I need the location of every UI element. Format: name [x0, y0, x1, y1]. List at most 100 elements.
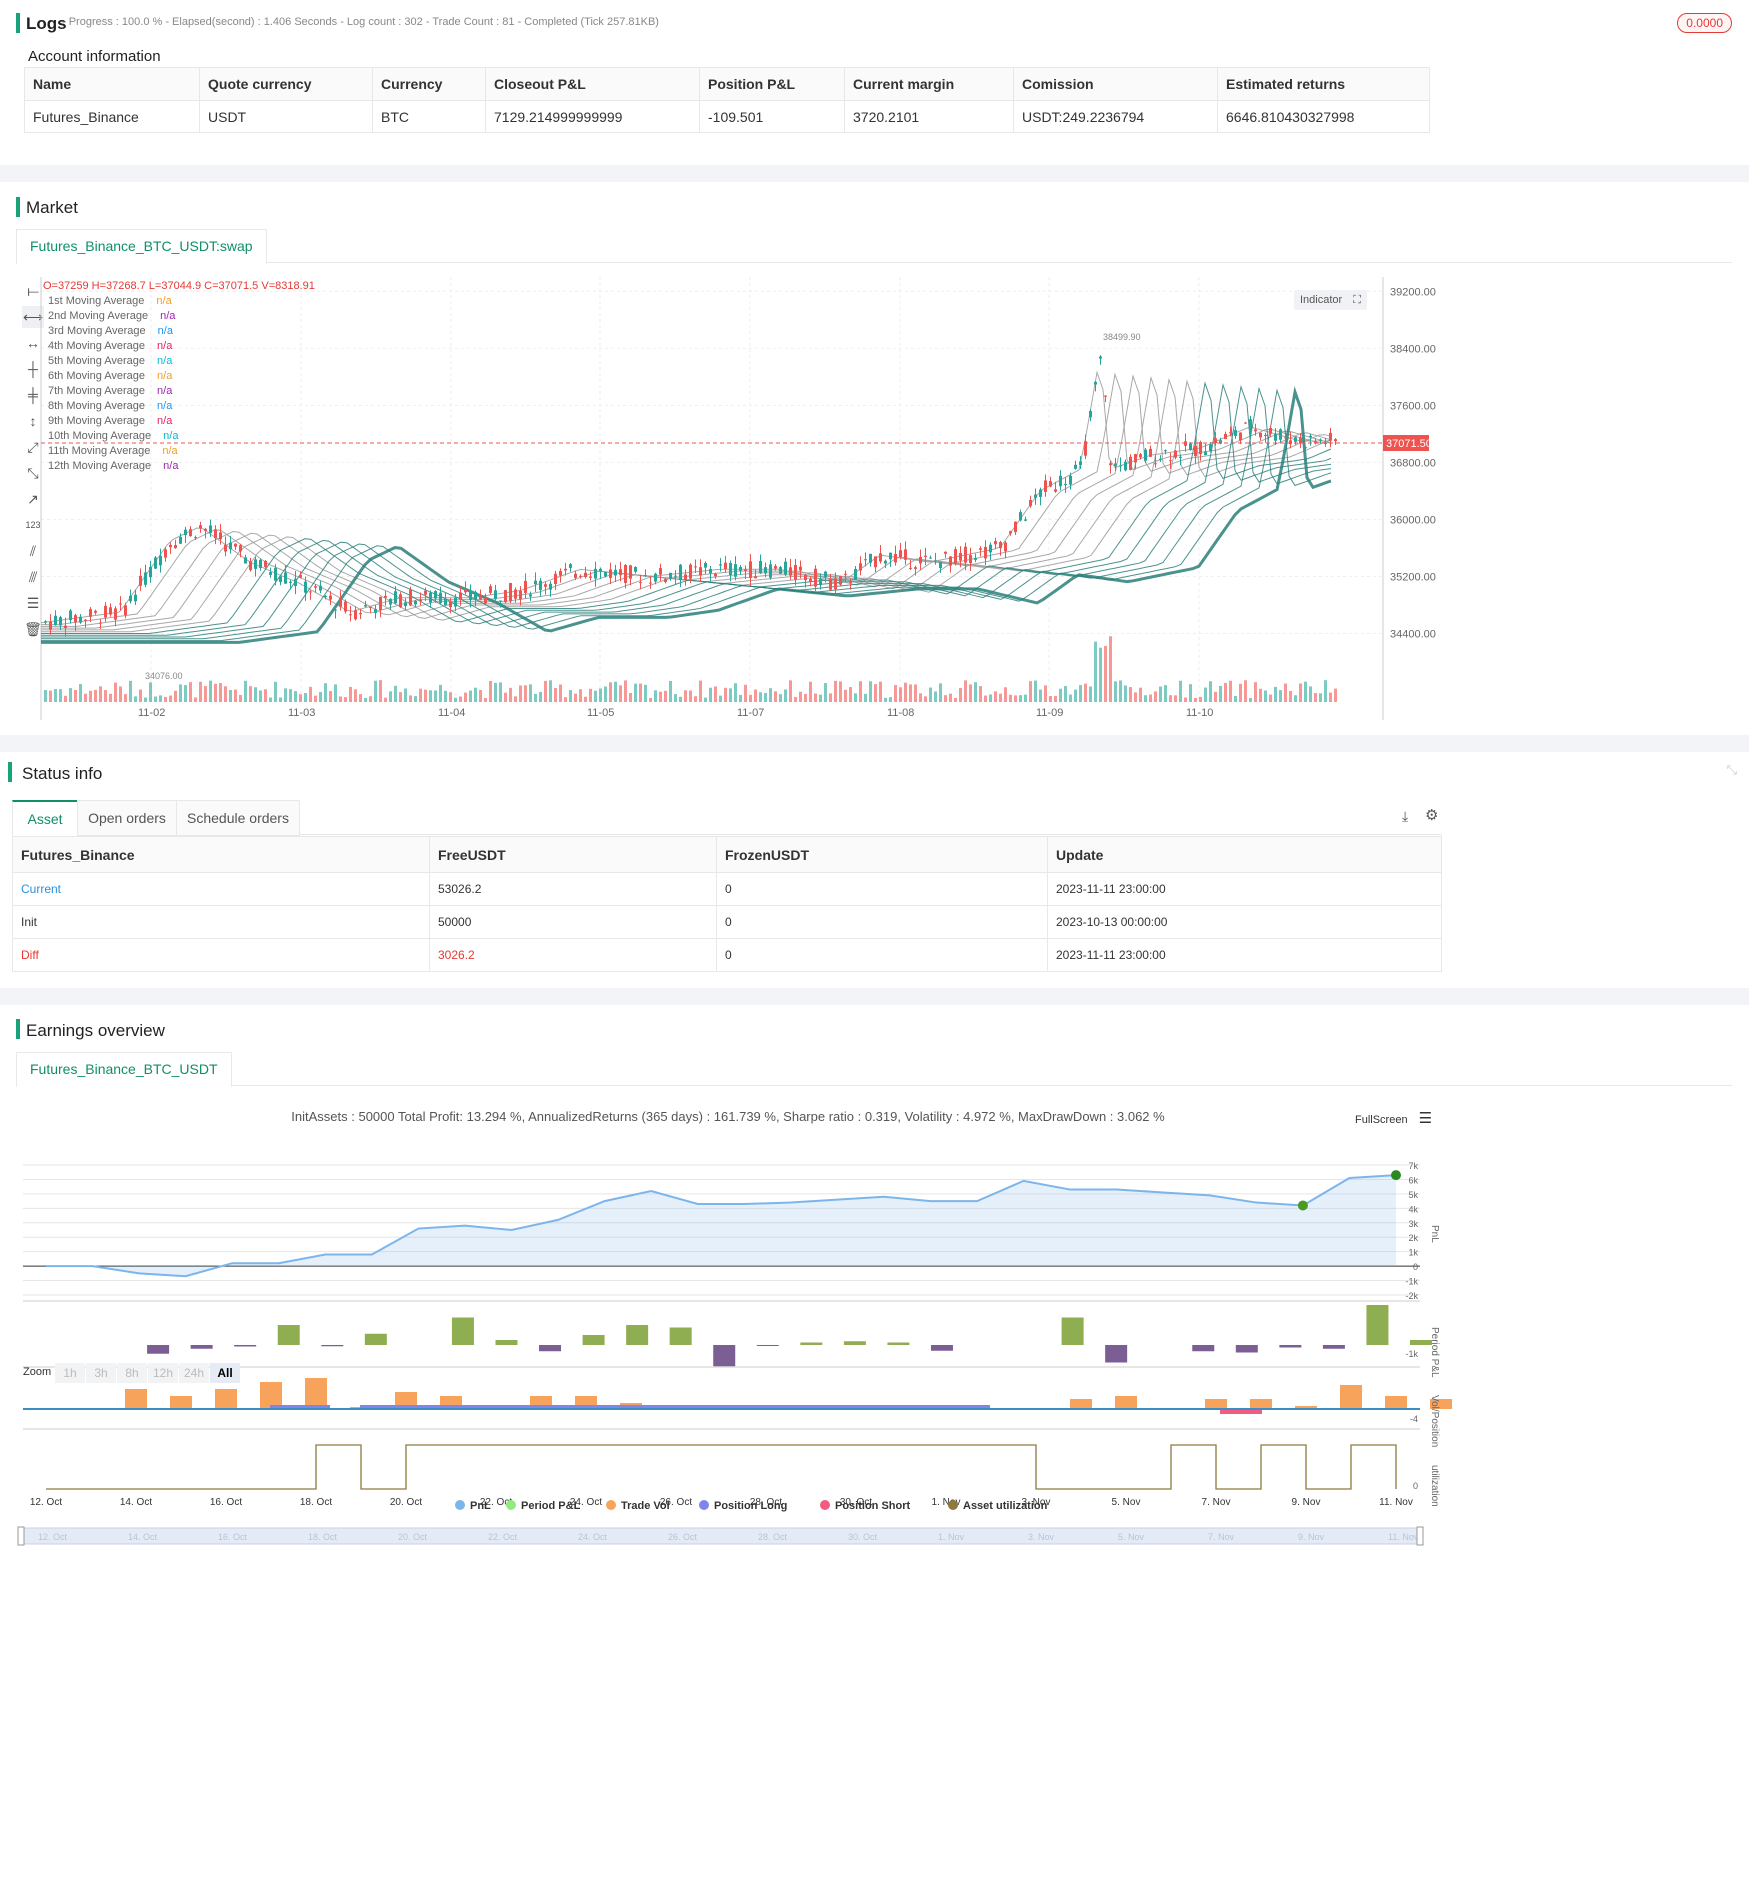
volume-bar — [534, 693, 537, 702]
volume-bar — [1089, 686, 1092, 702]
volume-bar — [964, 680, 967, 702]
candle-body — [884, 560, 887, 564]
period-pnl-bar — [190, 1345, 213, 1349]
legend-marker — [820, 1500, 830, 1510]
volume-bar — [294, 691, 297, 702]
candle-body — [809, 578, 812, 582]
candlestick-chart[interactable]: 39200.00 38400.00 37600.00 36800.00 36000.00… — [0, 182, 1749, 735]
candle-body — [999, 542, 1002, 549]
candle-body — [769, 564, 772, 578]
download-icon[interactable]: ⤓ — [1402, 808, 1408, 825]
volume-bar — [814, 693, 817, 702]
candle-body — [739, 567, 742, 571]
candle-body — [384, 595, 387, 598]
volume-bar — [1094, 641, 1097, 702]
indicator-button[interactable]: Indicator ⛶ — [1294, 290, 1367, 310]
candle-body — [484, 598, 487, 604]
tab-open-orders[interactable]: Open orders — [77, 800, 177, 836]
volume-bar — [734, 683, 737, 702]
candle-body — [1214, 438, 1217, 444]
ma-legend-item: 1st Moving Average n/a — [48, 294, 178, 309]
volume-bar — [1214, 691, 1217, 702]
volume-bar — [214, 683, 217, 702]
volume-bar — [984, 695, 987, 702]
candle-body — [264, 560, 267, 567]
asset-row-label[interactable]: Current — [12, 872, 430, 906]
zoom-1h-button[interactable]: 1h — [55, 1363, 85, 1383]
expand-icon[interactable]: ⛶ — [1353, 294, 1361, 306]
volume-bar — [94, 689, 97, 702]
candle-body — [1134, 454, 1137, 463]
tab-schedule-orders[interactable]: Schedule orders — [176, 800, 300, 836]
zoom-24h-button[interactable]: 24h — [179, 1363, 209, 1383]
candle-body — [1124, 461, 1127, 471]
date-tick-label: 11-07 — [737, 707, 764, 719]
settings-gear-icon[interactable]: ⚙ — [1425, 806, 1438, 824]
zoom-8h-button[interactable]: 8h — [117, 1363, 147, 1383]
trade-vol-bar — [1115, 1396, 1137, 1409]
volume-bar — [1324, 680, 1327, 702]
earnings-chart[interactable]: 7k 6k 5k 4k 3k 2k 1k 0 -1k -2k -1k -4 0 PnL Period P&L… — [0, 1005, 1749, 1885]
candle-body — [644, 575, 647, 577]
volume-bar — [1239, 683, 1242, 702]
volume-bar — [1059, 688, 1062, 702]
volume-bar — [489, 680, 492, 702]
navigator-handle — [1416, 1526, 1424, 1546]
volume-bar — [729, 688, 732, 702]
zoom-all-button[interactable]: All — [210, 1363, 240, 1383]
candle-body — [224, 544, 227, 552]
candle-body — [554, 573, 557, 584]
volume-bar — [979, 686, 982, 702]
candle-body — [1334, 439, 1337, 442]
ma-legend-item: 4th Moving Average n/a — [48, 339, 178, 354]
candle-body — [1104, 395, 1107, 397]
candle-body — [399, 594, 402, 608]
ma-legend-value: n/a — [157, 355, 173, 367]
candle-body — [204, 528, 207, 531]
account-header: Position P&L — [699, 67, 845, 101]
volume-bar — [1104, 645, 1107, 702]
navigator-tick-label: 1. Nov — [938, 1532, 965, 1542]
zoom-3h-button[interactable]: 3h — [86, 1363, 116, 1383]
candle-body — [59, 617, 62, 626]
candle-body — [844, 573, 847, 575]
candle-body — [969, 554, 972, 564]
zoom-12h-button[interactable]: 12h — [148, 1363, 178, 1383]
candle-body — [459, 592, 462, 600]
volume-bar — [714, 686, 717, 702]
volume-bar — [1069, 694, 1072, 702]
volume-bar — [184, 685, 187, 702]
volume-bar — [1079, 685, 1082, 702]
period-pnl-bar — [147, 1345, 170, 1354]
candle-body — [934, 560, 937, 562]
candle-body — [494, 590, 497, 600]
candle-body — [949, 556, 952, 566]
ma-legend-name: 11th Moving Average — [48, 445, 151, 457]
candle-body — [179, 536, 182, 544]
candle-body — [1154, 463, 1157, 465]
volume-bar — [764, 692, 767, 702]
candle-body — [594, 568, 597, 579]
collapse-icon[interactable]: ⤡ — [1727, 762, 1737, 778]
volume-bar — [654, 690, 657, 702]
period-pnl-bar — [669, 1327, 692, 1345]
candle-body — [1319, 439, 1322, 441]
volume-bar — [839, 681, 842, 702]
volume-bar — [704, 697, 707, 702]
volume-bar — [904, 682, 907, 702]
volume-bar — [1019, 695, 1022, 702]
volume-bar — [394, 685, 397, 702]
volume-bar — [114, 682, 117, 702]
candle-body — [1294, 437, 1297, 442]
volume-bar — [419, 688, 422, 702]
ma-legend-item: 11th Moving Average n/a — [48, 444, 178, 459]
volume-bar — [234, 689, 237, 702]
status-title: Status info — [22, 764, 103, 783]
volume-bar — [414, 696, 417, 702]
candle-body — [704, 562, 707, 568]
trade-vol-bar — [260, 1382, 282, 1409]
volume-bar — [344, 697, 347, 702]
tab-asset[interactable]: Asset — [12, 800, 78, 837]
period-pnl-bar — [1105, 1345, 1128, 1363]
volume-bar — [424, 689, 427, 702]
